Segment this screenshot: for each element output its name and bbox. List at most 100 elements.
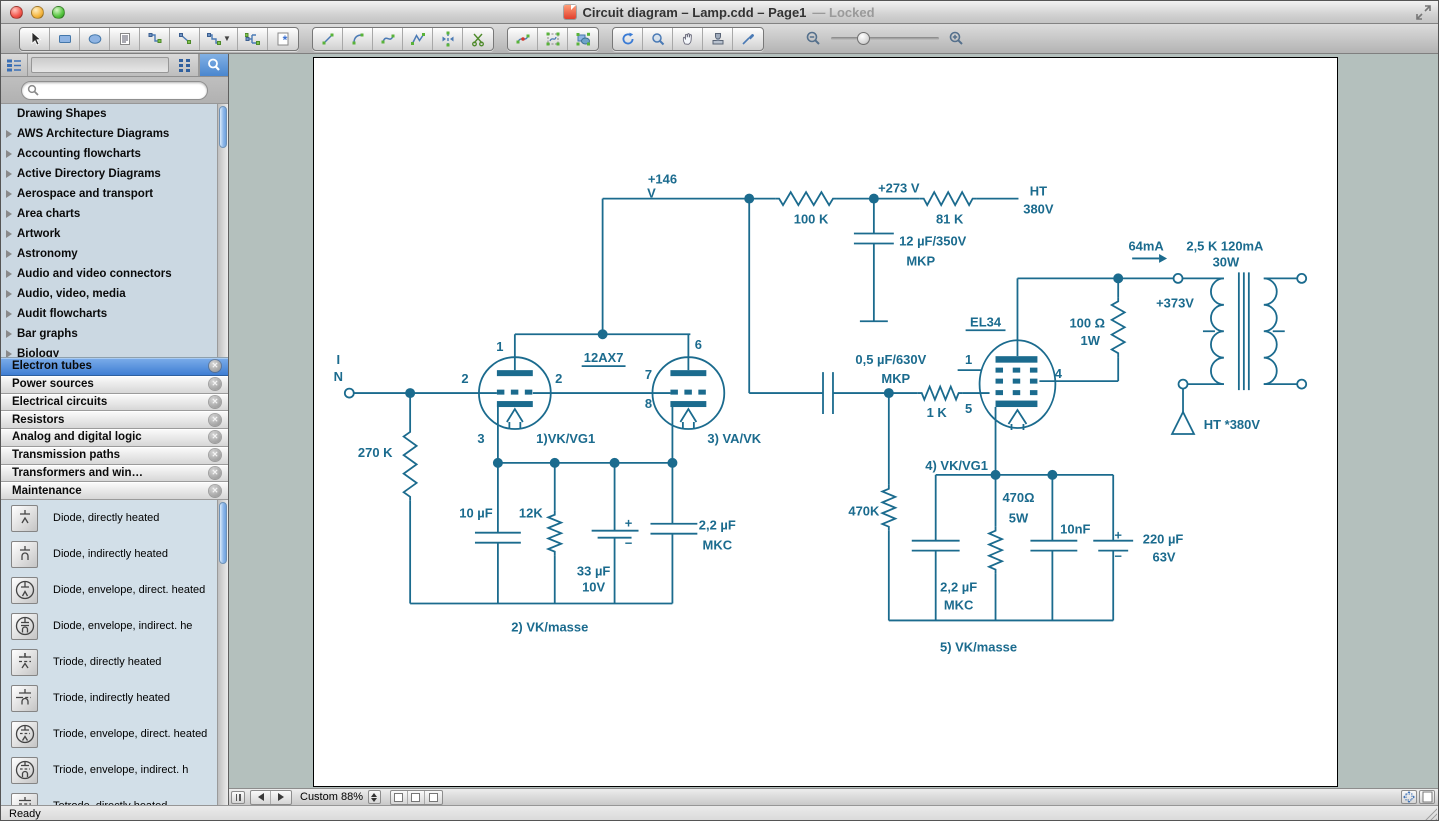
eyedropper-tool-button[interactable] bbox=[733, 28, 763, 50]
library-item[interactable]: Artwork bbox=[1, 224, 228, 244]
disclosure-triangle-icon[interactable] bbox=[6, 130, 12, 138]
close-library-icon[interactable]: ✕ bbox=[209, 431, 221, 443]
zoom-window-button[interactable] bbox=[52, 6, 65, 19]
bezier-tool-button[interactable] bbox=[373, 28, 403, 50]
shape-item[interactable]: Tetrode, directly heated bbox=[1, 788, 228, 805]
opened-library-analog-digital[interactable]: Analog and digital logic✕ bbox=[1, 429, 228, 447]
zoom-out-icon[interactable] bbox=[805, 30, 822, 47]
group-transform-tool-button[interactable] bbox=[568, 28, 598, 50]
zoom-in-icon[interactable] bbox=[948, 30, 965, 47]
library-item[interactable]: Bar graphs bbox=[1, 324, 228, 344]
zoom-slider-track[interactable] bbox=[831, 37, 939, 40]
disclosure-triangle-icon[interactable] bbox=[6, 250, 12, 258]
zoom-level-control[interactable]: Custom 88% bbox=[300, 790, 381, 804]
fullscreen-icon[interactable] bbox=[1416, 5, 1431, 25]
grid-view-button[interactable] bbox=[172, 54, 199, 76]
close-library-icon[interactable]: ✕ bbox=[209, 396, 221, 408]
line-tool-button[interactable] bbox=[313, 28, 343, 50]
disclosure-triangle-icon[interactable] bbox=[6, 210, 12, 218]
library-item[interactable]: Accounting flowcharts bbox=[1, 144, 228, 164]
scrollbar-thumb[interactable] bbox=[219, 502, 227, 564]
scrollbar-thumb[interactable] bbox=[219, 106, 227, 148]
pane-splitter-handle[interactable] bbox=[231, 791, 245, 804]
elbow-connector-tool-button[interactable] bbox=[140, 28, 170, 50]
shape-item[interactable]: Triode, directly heated bbox=[1, 644, 228, 680]
actual-size-button[interactable] bbox=[1419, 790, 1435, 804]
rectangle-tool-button[interactable] bbox=[50, 28, 80, 50]
close-library-icon[interactable]: ✕ bbox=[209, 360, 221, 372]
library-item[interactable]: Astronomy bbox=[1, 244, 228, 264]
opened-library-electron-tubes[interactable]: Electron tubes✕ bbox=[1, 358, 228, 376]
reshape-tool-button[interactable] bbox=[538, 28, 568, 50]
search-mode-button[interactable] bbox=[199, 54, 228, 76]
library-item[interactable]: Biology bbox=[1, 344, 228, 357]
previous-page-button[interactable] bbox=[251, 791, 271, 804]
close-library-icon[interactable]: ✕ bbox=[209, 485, 221, 497]
disclosure-triangle-icon[interactable] bbox=[6, 270, 12, 278]
next-page-button[interactable] bbox=[271, 791, 291, 804]
delete-page-tool-button[interactable]: * bbox=[268, 28, 298, 50]
tree-connector-tool-button[interactable] bbox=[238, 28, 268, 50]
minimize-button[interactable] bbox=[31, 6, 44, 19]
view-mode-button-2[interactable] bbox=[408, 791, 425, 804]
split-tool-button[interactable] bbox=[433, 28, 463, 50]
close-button[interactable] bbox=[10, 6, 23, 19]
opened-library-resistors[interactable]: Resistors✕ bbox=[1, 411, 228, 429]
disclosure-triangle-icon[interactable] bbox=[6, 310, 12, 318]
library-item[interactable]: AWS Architecture Diagrams bbox=[1, 124, 228, 144]
library-item[interactable]: Audio and video connectors bbox=[1, 264, 228, 284]
shape-item[interactable]: Diode, indirectly heated bbox=[1, 536, 228, 572]
rotate-tool-button[interactable] bbox=[613, 28, 643, 50]
close-library-icon[interactable]: ✕ bbox=[209, 467, 221, 479]
opened-library-electrical-circuits[interactable]: Electrical circuits✕ bbox=[1, 394, 228, 412]
disclosure-triangle-icon[interactable] bbox=[6, 150, 12, 158]
library-item[interactable]: Audio, video, media bbox=[1, 284, 228, 304]
shape-item[interactable]: Triode, envelope, direct. heated bbox=[1, 716, 228, 752]
opened-library-transmission-paths[interactable]: Transmission paths✕ bbox=[1, 447, 228, 465]
fit-page-button[interactable] bbox=[1401, 790, 1417, 804]
opened-library-maintenance[interactable]: Maintenance✕ bbox=[1, 482, 228, 500]
disclosure-triangle-icon[interactable] bbox=[6, 290, 12, 298]
opened-library-transformers[interactable]: Transformers and win…✕ bbox=[1, 465, 228, 483]
canvas-area[interactable]: +146V 100 K +273 V 81 K HT380V 12 µF/350… bbox=[229, 54, 1438, 805]
smart-connector-tool-button[interactable]: ▼ bbox=[200, 28, 238, 50]
arc-tool-button[interactable] bbox=[343, 28, 373, 50]
disclosure-triangle-icon[interactable] bbox=[6, 230, 12, 238]
shape-list-scrollbar[interactable] bbox=[217, 500, 228, 805]
ellipse-tool-button[interactable] bbox=[80, 28, 110, 50]
shape-item[interactable]: Diode, directly heated bbox=[1, 500, 228, 536]
library-item[interactable]: Active Directory Diagrams bbox=[1, 164, 228, 184]
tree-view-button[interactable] bbox=[1, 54, 28, 76]
shape-item[interactable]: Diode, envelope, indirect. he bbox=[1, 608, 228, 644]
zoom-stepper[interactable] bbox=[368, 790, 381, 804]
shape-item[interactable]: Triode, indirectly heated bbox=[1, 680, 228, 716]
direct-connector-tool-button[interactable] bbox=[170, 28, 200, 50]
view-mode-button-3[interactable] bbox=[425, 791, 442, 804]
library-item[interactable]: Area charts bbox=[1, 204, 228, 224]
library-item[interactable]: Aerospace and transport bbox=[1, 184, 228, 204]
zoom-tool-button[interactable] bbox=[643, 28, 673, 50]
close-library-icon[interactable]: ✕ bbox=[209, 378, 221, 390]
zoom-slider-knob[interactable] bbox=[857, 32, 870, 45]
library-item[interactable]: Audit flowcharts bbox=[1, 304, 228, 324]
disclosure-triangle-icon[interactable] bbox=[6, 190, 12, 198]
library-item[interactable]: Drawing Shapes bbox=[1, 104, 228, 124]
view-mode-button-1[interactable] bbox=[391, 791, 408, 804]
search-input[interactable] bbox=[43, 84, 207, 96]
select-tool-button[interactable] bbox=[20, 28, 50, 50]
library-list-scrollbar[interactable] bbox=[217, 104, 228, 357]
stamp-tool-button[interactable] bbox=[703, 28, 733, 50]
pan-hand-tool-button[interactable] bbox=[673, 28, 703, 50]
edit-curve-tool-button[interactable] bbox=[508, 28, 538, 50]
shape-item[interactable]: Triode, envelope, indirect. h bbox=[1, 752, 228, 788]
disclosure-triangle-icon[interactable] bbox=[6, 170, 12, 178]
close-library-icon[interactable]: ✕ bbox=[209, 449, 221, 461]
scissors-tool-button[interactable] bbox=[463, 28, 493, 50]
shape-item[interactable]: Diode, envelope, direct. heated bbox=[1, 572, 228, 608]
disclosure-triangle-icon[interactable] bbox=[6, 330, 12, 338]
polyline-tool-button[interactable] bbox=[403, 28, 433, 50]
text-tool-button[interactable] bbox=[110, 28, 140, 50]
close-library-icon[interactable]: ✕ bbox=[209, 414, 221, 426]
drawing-page[interactable]: +146V 100 K +273 V 81 K HT380V 12 µF/350… bbox=[313, 57, 1338, 787]
disclosure-triangle-icon[interactable] bbox=[6, 350, 12, 357]
